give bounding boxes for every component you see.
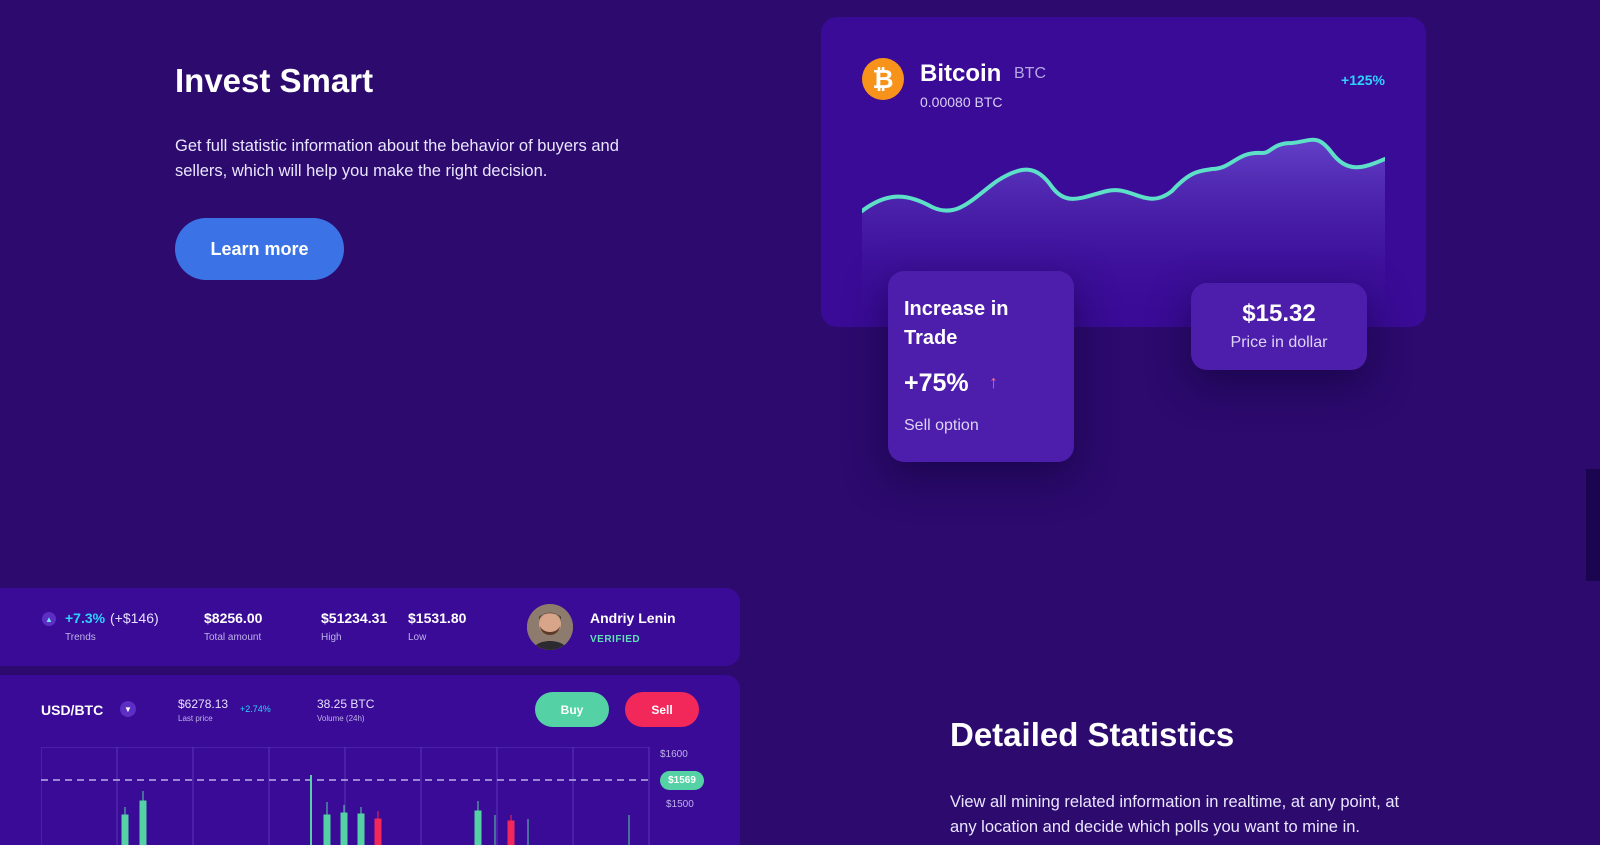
price-tick-1500: $1500 bbox=[666, 799, 694, 810]
trade-card-title: Increase in Trade bbox=[904, 298, 1009, 349]
high-label: High bbox=[321, 632, 342, 643]
price-tick-1600: $1600 bbox=[660, 749, 688, 760]
coin-name: Bitcoin bbox=[920, 60, 1002, 87]
trend-amount: (+$146) bbox=[110, 610, 159, 626]
arrow-up-icon: ↑ bbox=[989, 372, 998, 392]
low-label: Low bbox=[408, 632, 427, 643]
stats-bar: ▲ +7.3% (+$146) Trends $8256.00 Total am… bbox=[0, 588, 740, 666]
learn-more-button[interactable]: Learn more bbox=[175, 218, 344, 280]
chevron-down-icon[interactable]: ▼ bbox=[120, 701, 136, 717]
trade-card-percent: +75% bbox=[904, 369, 969, 397]
last-price-change: +2.74% bbox=[240, 704, 271, 714]
avatar-image bbox=[527, 604, 573, 650]
current-price-badge: $1569 bbox=[660, 771, 704, 790]
trade-panel: USD/BTC ▼ $6278.13 +2.74% Last price 38.… bbox=[0, 675, 740, 845]
scrollbar-thumb[interactable] bbox=[1586, 469, 1600, 581]
total-amount-label: Total amount bbox=[204, 632, 262, 643]
detailed-statistics-title: Detailed Statistics bbox=[950, 716, 1235, 753]
bitcoin-icon: ₿ bbox=[862, 58, 904, 100]
trend-percent: +7.3% bbox=[65, 610, 106, 626]
candlestick-chart bbox=[41, 747, 653, 845]
total-amount-value: $8256.00 bbox=[204, 610, 263, 626]
user-avatar[interactable] bbox=[527, 604, 573, 650]
coin-change-badge: +125% bbox=[1341, 72, 1385, 88]
red-candles bbox=[374, 811, 515, 845]
sell-button[interactable]: Sell bbox=[625, 692, 699, 727]
increase-in-trade-card: Increase in Trade +75% ↑ Sell option bbox=[888, 271, 1074, 462]
low-value: $1531.80 bbox=[408, 610, 467, 626]
currency-pair[interactable]: USD/BTC bbox=[41, 702, 103, 718]
last-price-label: Last price bbox=[178, 714, 213, 723]
trend-up-icon: ▲ bbox=[42, 612, 56, 626]
high-value: $51234.31 bbox=[321, 610, 388, 626]
invest-title: Invest Smart bbox=[175, 62, 374, 99]
price-card: $15.32 Price in dollar bbox=[1191, 283, 1367, 370]
price-label: Price in dollar bbox=[1230, 334, 1328, 351]
trade-card-subtitle: Sell option bbox=[904, 417, 979, 434]
user-name: Andriy Lenin bbox=[590, 610, 676, 626]
buy-button[interactable]: Buy bbox=[535, 692, 609, 727]
detailed-statistics-description: View all mining related information in r… bbox=[950, 793, 1400, 836]
verified-badge: VERIFIED bbox=[590, 634, 641, 645]
last-price-value: $6278.13 bbox=[178, 697, 229, 711]
trend-label: Trends bbox=[65, 632, 96, 643]
volume-label: Volume (24h) bbox=[317, 714, 365, 723]
coin-symbol: BTC bbox=[1014, 65, 1046, 82]
volume-value: 38.25 BTC bbox=[317, 697, 375, 711]
price-value: $15.32 bbox=[1242, 300, 1316, 327]
coin-amount: 0.00080 BTC bbox=[920, 94, 1003, 110]
invest-description: Get full statistic information about the… bbox=[175, 137, 619, 180]
